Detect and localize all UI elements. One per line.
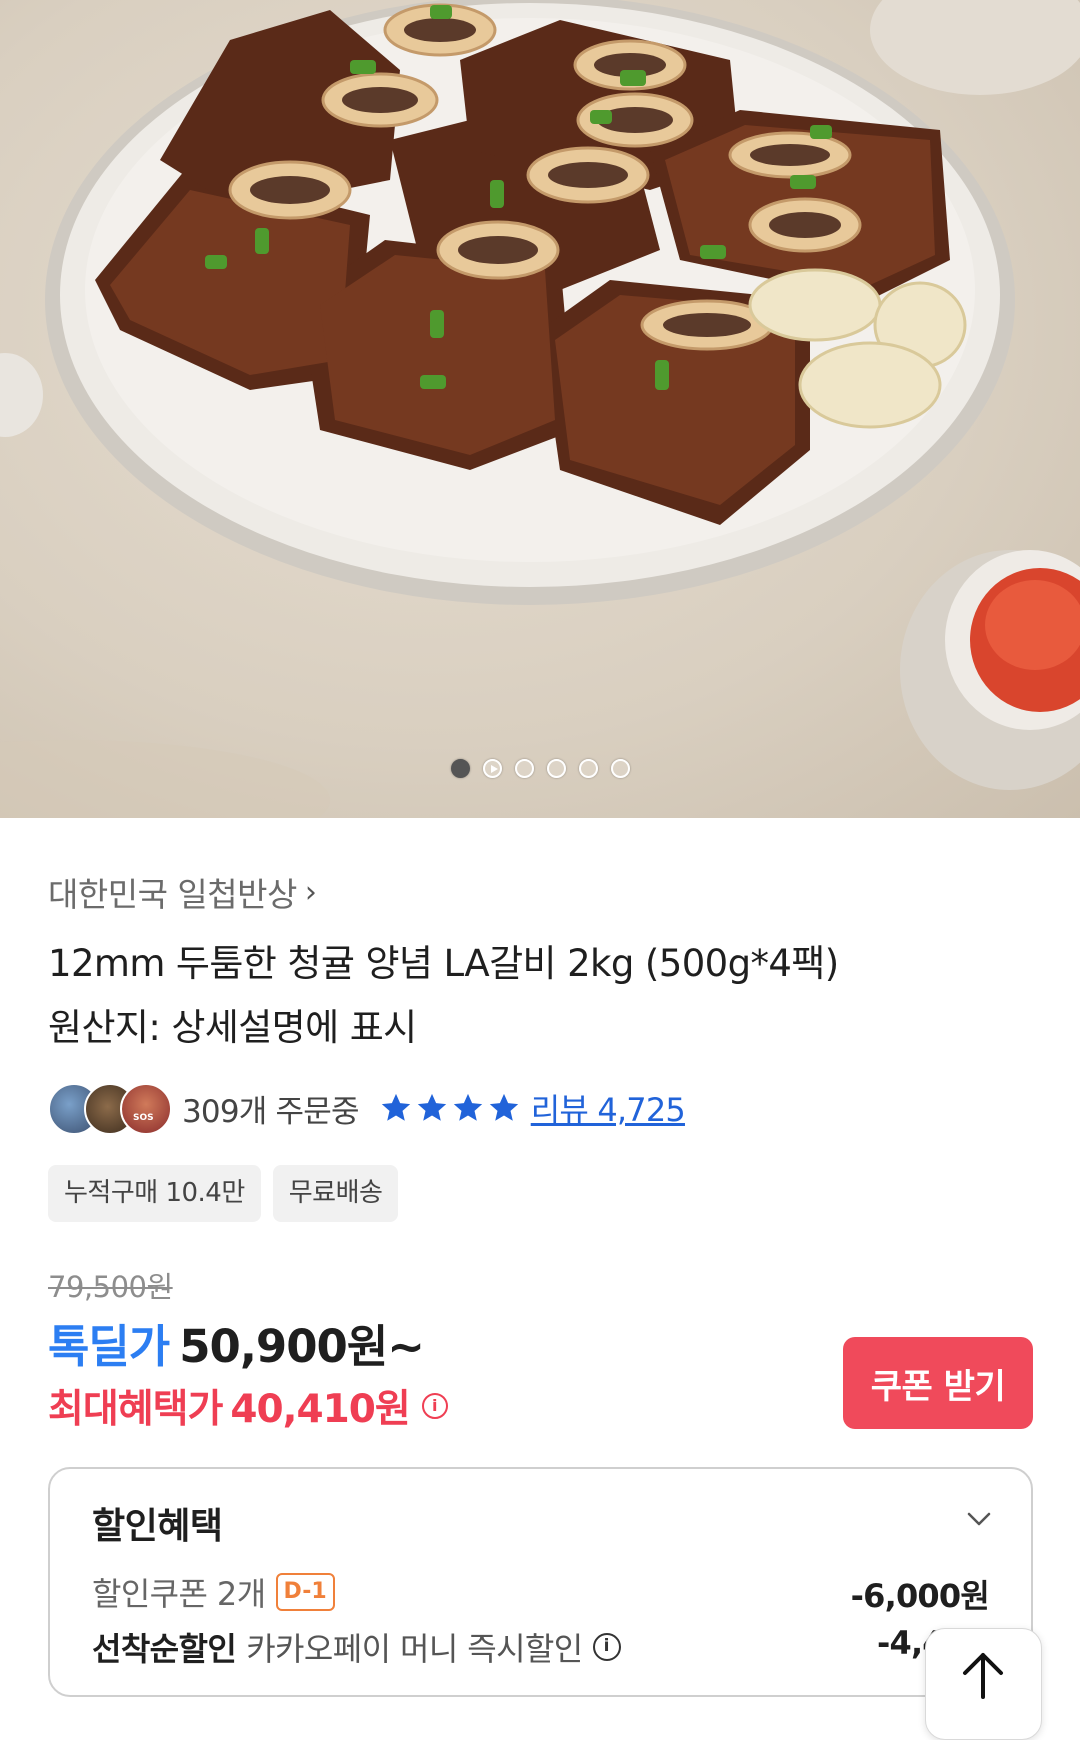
gallery-dot-1[interactable]: [450, 759, 470, 778]
deal-label: 톡딜가: [48, 1320, 170, 1373]
deal-price: 50,900원~: [179, 1320, 425, 1373]
tag-cumulative-purchases: 누적구매 10.4만: [48, 1165, 261, 1222]
coupon-discount-row: 할인쿠폰 2개 D-1: [92, 1569, 335, 1615]
product-photo: [0, 0, 1080, 818]
review-link[interactable]: 리뷰 4,725: [531, 1085, 686, 1131]
orders-count: 309개 주문중: [182, 1093, 360, 1130]
max-benefit-label: 최대혜택가: [48, 1387, 223, 1432]
max-benefit-price: 40,410원: [230, 1387, 410, 1432]
social-proof-row: SOS 309개 주문중 리뷰 4,725: [48, 1083, 686, 1135]
avatar: SOS: [120, 1083, 172, 1135]
star-icon: [453, 1093, 482, 1121]
d-day-badge: D-1: [275, 1573, 335, 1611]
arrow-up-icon: [963, 1653, 1003, 1699]
star-icon: [417, 1093, 446, 1121]
gallery-dot-5[interactable]: [578, 759, 598, 778]
tag-free-shipping: 무료배송: [272, 1165, 399, 1222]
info-icon[interactable]: i: [421, 1393, 448, 1419]
chevron-right-icon: ›: [304, 874, 317, 910]
star-icon: [381, 1093, 410, 1121]
deal-price-row: 톡딜가 50,900원~: [48, 1310, 425, 1375]
discount-title: 할인혜택: [92, 1506, 223, 1547]
gallery-dot-video-play-icon[interactable]: [482, 759, 502, 778]
firstcome-discount-label: 선착순할인: [92, 1630, 237, 1668]
get-coupon-button[interactable]: 쿠폰 받기: [843, 1337, 1033, 1429]
gallery-dot-6[interactable]: [610, 759, 630, 778]
product-title-line2: 원산지: 상세설명에 표시: [48, 1006, 417, 1049]
info-icon[interactable]: i: [592, 1633, 621, 1661]
brand-link[interactable]: 대한민국 일첩반상 ›: [48, 868, 317, 916]
scroll-to-top-button[interactable]: [925, 1628, 1042, 1740]
brand-name: 대한민국 일첩반상: [48, 875, 297, 914]
buyer-avatars: SOS: [48, 1083, 172, 1135]
gallery-dot-3[interactable]: [514, 759, 534, 778]
firstcome-discount-row: 선착순할인 카카오페이 머니 즉시할인 i: [92, 1624, 621, 1670]
original-price: 79,500원: [48, 1270, 173, 1304]
product-title: 12mm 두툼한 청귤 양념 LA갈비 2kg (500g*4팩) 원산지: 상…: [48, 932, 1038, 1060]
product-tags: 누적구매 10.4만 무료배송: [48, 1165, 399, 1222]
gallery-dot-4[interactable]: [546, 759, 566, 778]
product-title-line1: 12mm 두툼한 청귤 양념 LA갈비 2kg (500g*4팩): [48, 942, 839, 985]
gallery-pagination: [0, 759, 1080, 783]
discount-benefits-panel[interactable]: 할인혜택 할인쿠폰 2개 D-1 -6,000원 선착순할인 카카오페이 머니 …: [48, 1467, 1033, 1697]
coupon-discount-amount: -6,000원: [850, 1577, 990, 1615]
product-image-gallery[interactable]: [0, 0, 1080, 818]
max-benefit-row: 최대혜택가 40,410원 i: [48, 1378, 448, 1434]
chevron-down-icon[interactable]: [965, 1505, 993, 1533]
star-icon: [489, 1093, 518, 1121]
coupon-discount-label: 할인쿠폰 2개: [92, 1575, 266, 1613]
firstcome-discount-desc: 카카오페이 머니 즉시할인: [246, 1630, 583, 1668]
rating-stars: [379, 1091, 521, 1125]
